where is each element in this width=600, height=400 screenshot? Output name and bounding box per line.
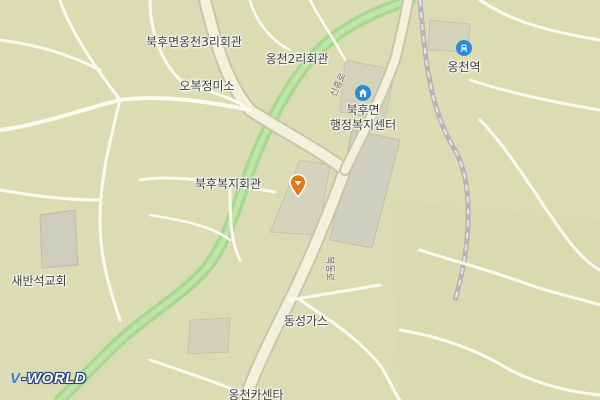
- label-ongcheon-carcenter[interactable]: 옹천카센타: [228, 388, 283, 400]
- label-ongcheon2-hall[interactable]: 옹천2리회관: [266, 52, 329, 66]
- government-building-icon[interactable]: [355, 85, 371, 101]
- building-block: [187, 317, 231, 355]
- label-bukhu-office-line1: 북후면: [346, 103, 380, 117]
- label-obok-mill[interactable]: 오복정미소: [179, 79, 234, 93]
- vworld-logo: V-WORLD: [10, 370, 86, 387]
- label-dongseong-gas[interactable]: 동성가스: [284, 314, 328, 328]
- map-canvas[interactable]: 신흥로 북동로 북후면옹천3리회관 옹천2리회관 오복정미소 북후복지회관 새반…: [0, 0, 600, 400]
- label-ongcheon-station[interactable]: 옹천역: [447, 60, 480, 74]
- label-bukhu-welfare-hall[interactable]: 북후복지회관: [195, 177, 261, 191]
- vworld-logo-text: -WORLD: [21, 370, 87, 387]
- vworld-logo-mark: V: [10, 370, 21, 387]
- label-bukhu-office[interactable]: 북후면 행정복지센터: [330, 103, 396, 133]
- train-icon[interactable]: [456, 40, 472, 56]
- label-saebanseok-church[interactable]: 새반석교회: [11, 274, 66, 288]
- location-pin-icon[interactable]: [289, 173, 307, 202]
- building-block: [39, 209, 79, 269]
- road-label-bukdong: 북동로: [323, 256, 334, 281]
- label-bukhu-ongcheon3-hall[interactable]: 북후면옹천3리회관: [146, 35, 242, 49]
- label-bukhu-office-line2: 행정복지센터: [329, 118, 397, 132]
